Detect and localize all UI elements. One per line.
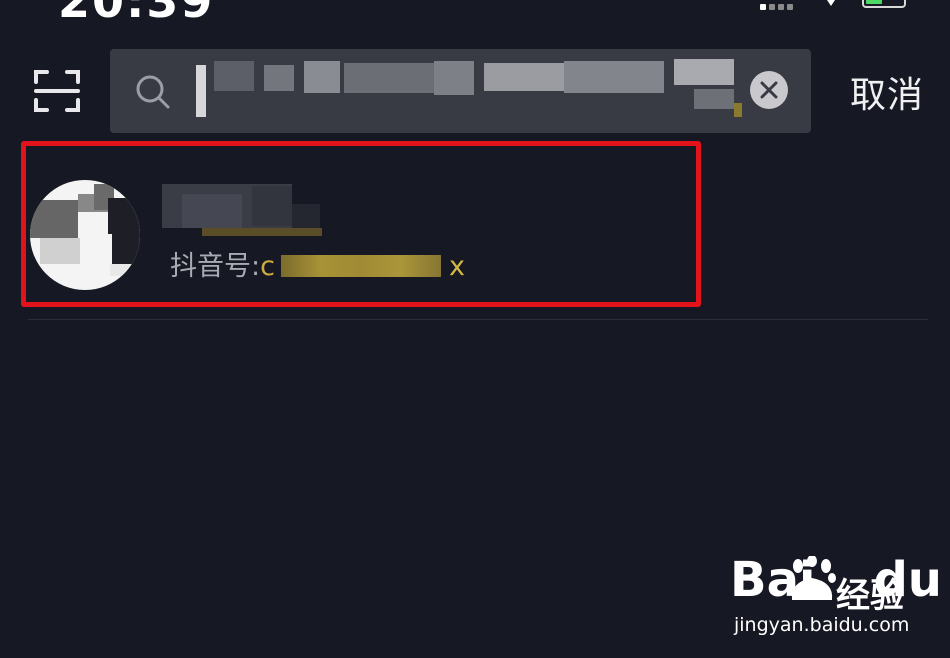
douyin-id: 抖音号:c x [170,244,465,283]
scan-icon [34,70,80,112]
search-bar[interactable] [110,49,811,133]
search-input[interactable] [190,61,754,123]
status-time: 20:39 [58,0,215,28]
search-results-screen: 20:39 取消 抖音号:c x Bai du 经验 jingyan.baidu… [0,0,950,658]
douyin-id-mask [280,255,441,277]
clear-search-button[interactable] [750,71,788,109]
cellular-signal-icon [760,4,793,10]
douyin-id-label: 抖音号: [170,251,261,282]
wifi-icon [827,0,835,6]
battery-icon [862,0,906,8]
nickname-redacted [162,184,322,242]
avatar[interactable] [30,180,140,290]
close-icon [760,81,778,99]
cancel-button[interactable]: 取消 [850,66,924,118]
douyin-id-prefix: c [260,251,275,282]
scan-button[interactable] [32,68,82,114]
watermark-url: jingyan.baidu.com [734,614,910,636]
search-icon [136,75,170,109]
paw-icon [791,556,836,600]
douyin-id-suffix: x [448,251,465,282]
divider [28,319,928,320]
user-result-row[interactable] [0,150,950,320]
watermark-product: 经验 [836,576,904,616]
